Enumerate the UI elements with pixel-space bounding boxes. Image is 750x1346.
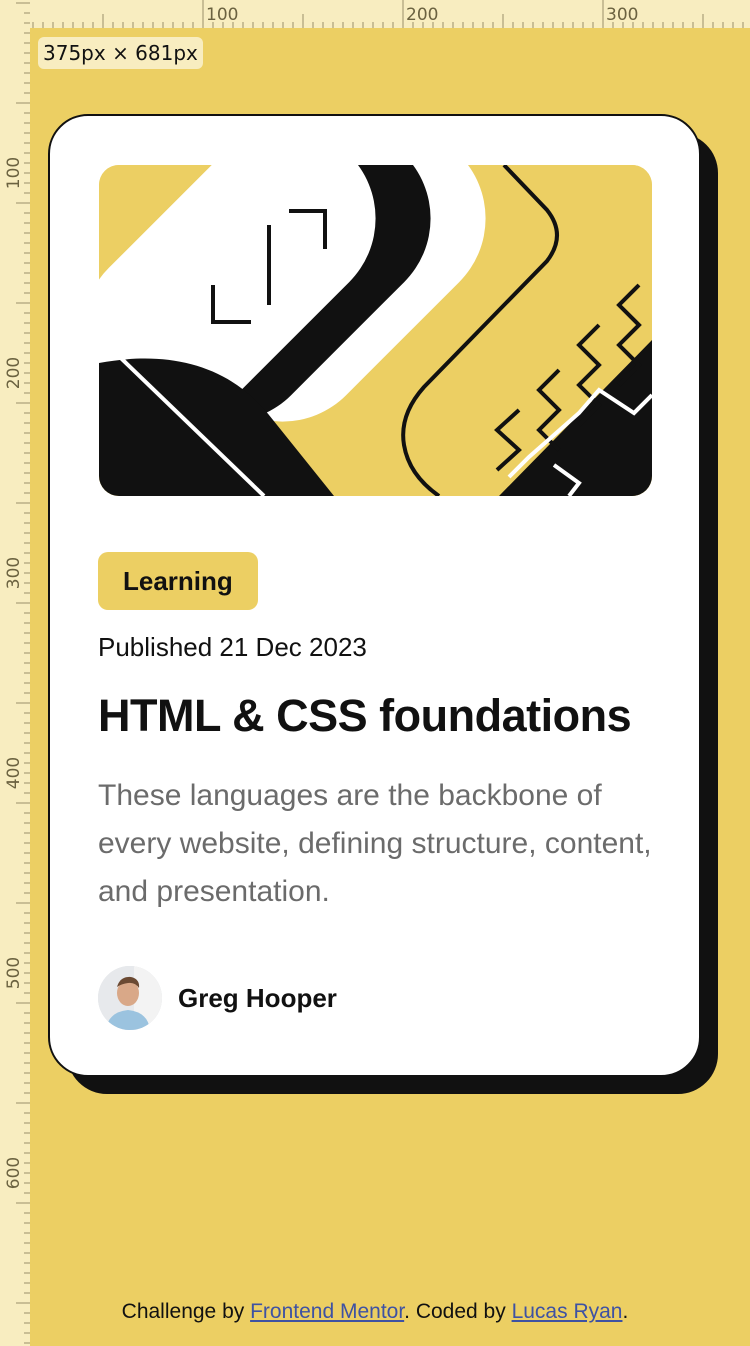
author: Greg Hooper [98, 966, 337, 1030]
attribution: Challenge by Frontend Mentor. Coded by L… [0, 1300, 750, 1324]
ruler-left-ticks [16, 2, 30, 1344]
viewport-size-badge: 375px × 681px [38, 37, 203, 69]
ruler-left-label-600: 600 [4, 1156, 25, 1190]
ruler-top-label-300: 300 [606, 5, 639, 25]
frontend-mentor-link[interactable]: Frontend Mentor [250, 1300, 404, 1323]
author-avatar-icon [98, 966, 162, 1030]
blog-preview-card: Learning Published 21 Dec 2023 HTML & CS… [48, 114, 701, 1077]
category-tag: Learning [98, 552, 258, 610]
ruler-top-label-100: 100 [206, 5, 239, 25]
hero-illustration [99, 165, 652, 496]
ruler-left-label-500: 500 [4, 956, 25, 990]
author-link[interactable]: Lucas Ryan [512, 1300, 623, 1323]
ruler-left-label-100: 100 [4, 156, 25, 190]
author-name: Greg Hooper [178, 982, 337, 1013]
ruler-top: 100 200 300 [0, 0, 750, 28]
ruler-left: 100 200 300 400 500 600 [0, 0, 30, 1346]
card-description: These languages are the backbone of ever… [98, 779, 652, 908]
published-date: Published 21 Dec 2023 [98, 632, 367, 662]
attribution-middle: . Coded by [404, 1300, 512, 1323]
ruler-left-label-300: 300 [4, 556, 25, 590]
ruler-left-label-400: 400 [4, 756, 25, 790]
card-title[interactable]: HTML & CSS foundations [98, 690, 632, 742]
ruler-top-label-200: 200 [406, 5, 439, 25]
attribution-suffix: . [622, 1300, 629, 1323]
attribution-prefix: Challenge by [121, 1300, 251, 1323]
ruler-left-label-200: 200 [4, 356, 25, 390]
abstract-illustration-icon [99, 165, 652, 496]
